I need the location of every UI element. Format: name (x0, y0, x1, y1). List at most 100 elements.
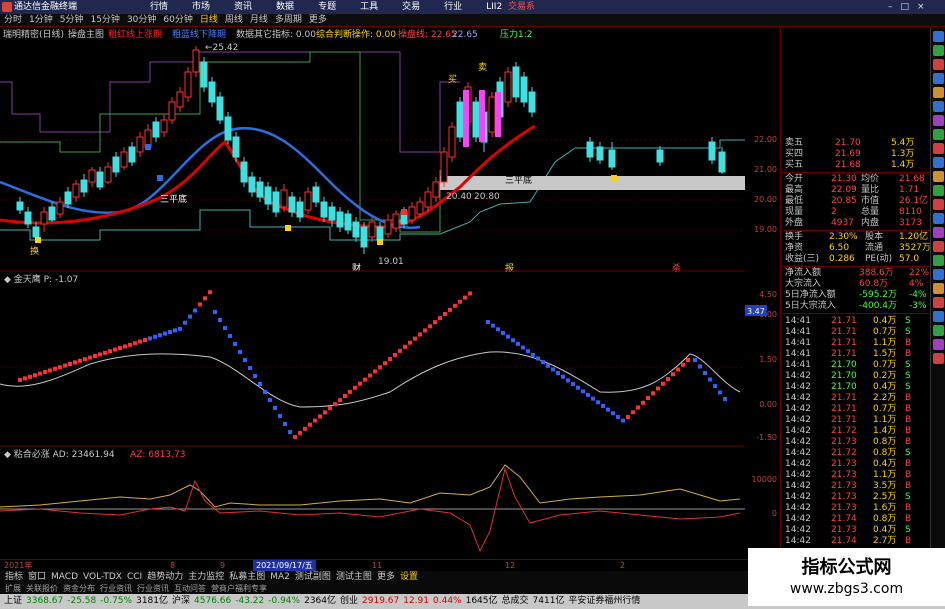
trade-system-link[interactable]: 交易系 (508, 0, 535, 14)
period-tab-多周期[interactable]: 多周期 (275, 15, 302, 25)
ind1-dot (148, 336, 152, 341)
toolbar-icon[interactable] (933, 171, 944, 182)
toolbar-icon[interactable] (933, 213, 944, 224)
toolbar-icon[interactable] (933, 101, 944, 112)
period-tab-5分钟[interactable]: 5分钟 (60, 15, 84, 25)
candle-body (184, 71, 192, 98)
indicator-tab-MA2[interactable]: MA2 (270, 572, 290, 582)
indicator-tab-主力监控[interactable]: 主力监控 (188, 572, 224, 582)
info-tab-关联报价[interactable]: 关联报价 (26, 584, 58, 593)
toolbar-icon[interactable] (933, 157, 944, 168)
menu-item[interactable]: LII2 (486, 2, 502, 12)
period-tab-1分钟[interactable]: 1分钟 (29, 15, 53, 25)
info-tab-扩展[interactable]: 扩展 (5, 584, 21, 593)
candle-body (224, 116, 232, 141)
toolbar-icon[interactable] (933, 199, 944, 210)
toolbar-icon[interactable] (933, 269, 944, 280)
period-tab-周线[interactable]: 周线 (225, 15, 243, 25)
toolbar-icon[interactable] (933, 73, 944, 84)
ind1-dot (28, 374, 32, 379)
indicator-tab-测试主图[interactable]: 测试主图 (336, 572, 372, 582)
indicator-tab-私募主图[interactable]: 私募主图 (229, 572, 265, 582)
indicator-tab-趋势动力[interactable]: 趋势动力 (147, 572, 183, 582)
menu-item[interactable]: 行情 (150, 2, 168, 12)
indicator-header-item[interactable]: 操盘主图 (68, 28, 104, 42)
toolbar-icon[interactable] (933, 339, 944, 350)
candlestick-main-chart[interactable]: ←25.4219.0120.40 20.80三平底三平底买卖换财报杀 (0, 42, 745, 272)
toolbar-icon[interactable] (933, 325, 944, 336)
period-tab-分时[interactable]: 分时 (4, 15, 22, 25)
toolbar-icon[interactable] (933, 115, 944, 126)
period-tab-月线[interactable]: 月线 (250, 15, 268, 25)
quote-cell: S (905, 316, 911, 326)
toolbar-icon[interactable] (933, 227, 944, 238)
toolbar-icon[interactable] (933, 31, 944, 42)
toolbar-icon[interactable] (933, 59, 944, 70)
period-tab-30分钟[interactable]: 30分钟 (127, 15, 156, 25)
toolbar-icon[interactable] (933, 129, 944, 140)
ind1-dot (506, 334, 510, 339)
quote-cell: 21.74 (831, 536, 857, 546)
ind1-dot (183, 320, 187, 325)
toolbar-icon[interactable] (933, 241, 944, 252)
toolbar-icon[interactable] (933, 87, 944, 98)
quote-cell: 22.09 (831, 185, 857, 195)
toolbar-icon[interactable] (933, 311, 944, 322)
menu-item[interactable]: 行业 (444, 2, 462, 12)
indicator-header-item[interactable]: 数据其它指标: 0.00 (236, 28, 316, 42)
info-tab-行业资讯[interactable]: 行业资讯 (137, 584, 169, 593)
maximize-icon[interactable]: □ (901, 2, 910, 12)
indicator-tab-CCI[interactable]: CCI (127, 572, 142, 582)
period-tab-60分钟[interactable]: 60分钟 (163, 15, 192, 25)
period-tab-15分钟[interactable]: 15分钟 (90, 15, 119, 25)
info-tab-营商户福利专享[interactable]: 营商户福利专享 (211, 584, 267, 593)
indicator-header-item[interactable]: 压力1:2 (500, 28, 533, 42)
indicator-tab-测试副图[interactable]: 测试副图 (295, 572, 331, 582)
menu-item[interactable]: 资讯 (234, 2, 252, 12)
menu-item[interactable]: 交易 (402, 2, 420, 12)
menu-item[interactable]: 数据 (276, 2, 294, 12)
ind1-dot (308, 422, 312, 427)
ind1-dot (138, 339, 142, 344)
toolbar-icon[interactable] (933, 143, 944, 154)
menu-item[interactable]: 专题 (318, 2, 336, 12)
toolbar-icon[interactable] (933, 297, 944, 308)
indicator-tab-更多[interactable]: 更多 (377, 572, 395, 582)
toolbar-icon[interactable] (933, 45, 944, 56)
indicator-tab-窗口[interactable]: 窗口 (28, 572, 46, 582)
toolbar-icon[interactable] (933, 283, 944, 294)
toolbar-icon[interactable] (933, 185, 944, 196)
candle-body (440, 151, 448, 183)
indicator-header-item[interactable]: 综合判断操作: 0.00 (316, 28, 396, 42)
watermark-overlay: 指标公式网 www.zbgs3.com (748, 548, 945, 606)
indicator-pane-nianhe[interactable]: ◆ 粘合必涨 AD: 23461.94 AZ: 6813.73 (0, 447, 745, 559)
period-tab-日线[interactable]: 日线 (200, 15, 218, 25)
menu-item[interactable]: 市场 (192, 2, 210, 12)
menu-item[interactable]: 工具 (360, 2, 378, 12)
info-tab-资金分布[interactable]: 资金分布 (63, 584, 95, 593)
indicator-header-item[interactable]: 粗红线上涨期 (108, 28, 162, 42)
indicator-tab-VOL-TDX[interactable]: VOL-TDX (83, 572, 122, 582)
indicator-header-item[interactable]: 粗蓝线下降期 (172, 28, 226, 42)
ind1-dot (323, 410, 327, 415)
ind1-dot (398, 348, 402, 353)
window-controls: – □ × (880, 0, 925, 14)
quote-cell: 60.8万 (859, 279, 889, 289)
info-tab-互动问答[interactable]: 互动问答 (174, 584, 206, 593)
indicator-tab-指标[interactable]: 指标 (5, 572, 23, 582)
indicator-header-item[interactable]: 22.65 (452, 28, 478, 42)
toolbar-icon[interactable] (933, 353, 944, 364)
indicator-pane-jintianying[interactable]: ◆ 金天鹰 P: -1.07 (0, 272, 745, 447)
indicator-tab-MACD[interactable]: MACD (51, 572, 78, 582)
quote-cell: 2.7万 (873, 536, 897, 546)
period-tab-更多[interactable]: 更多 (309, 15, 327, 25)
info-tab-行业资讯[interactable]: 行业资讯 (100, 584, 132, 593)
indicator-header-item[interactable]: 操盘线: 22.65 (398, 28, 457, 42)
candle-body (96, 171, 104, 188)
indicator-tab-设置[interactable]: 设置 (400, 572, 418, 582)
minimize-icon[interactable]: – (888, 2, 893, 12)
ind1-dot (298, 430, 302, 435)
candle-body (192, 49, 200, 73)
toolbar-icon[interactable] (933, 255, 944, 266)
close-icon[interactable]: × (917, 2, 925, 12)
